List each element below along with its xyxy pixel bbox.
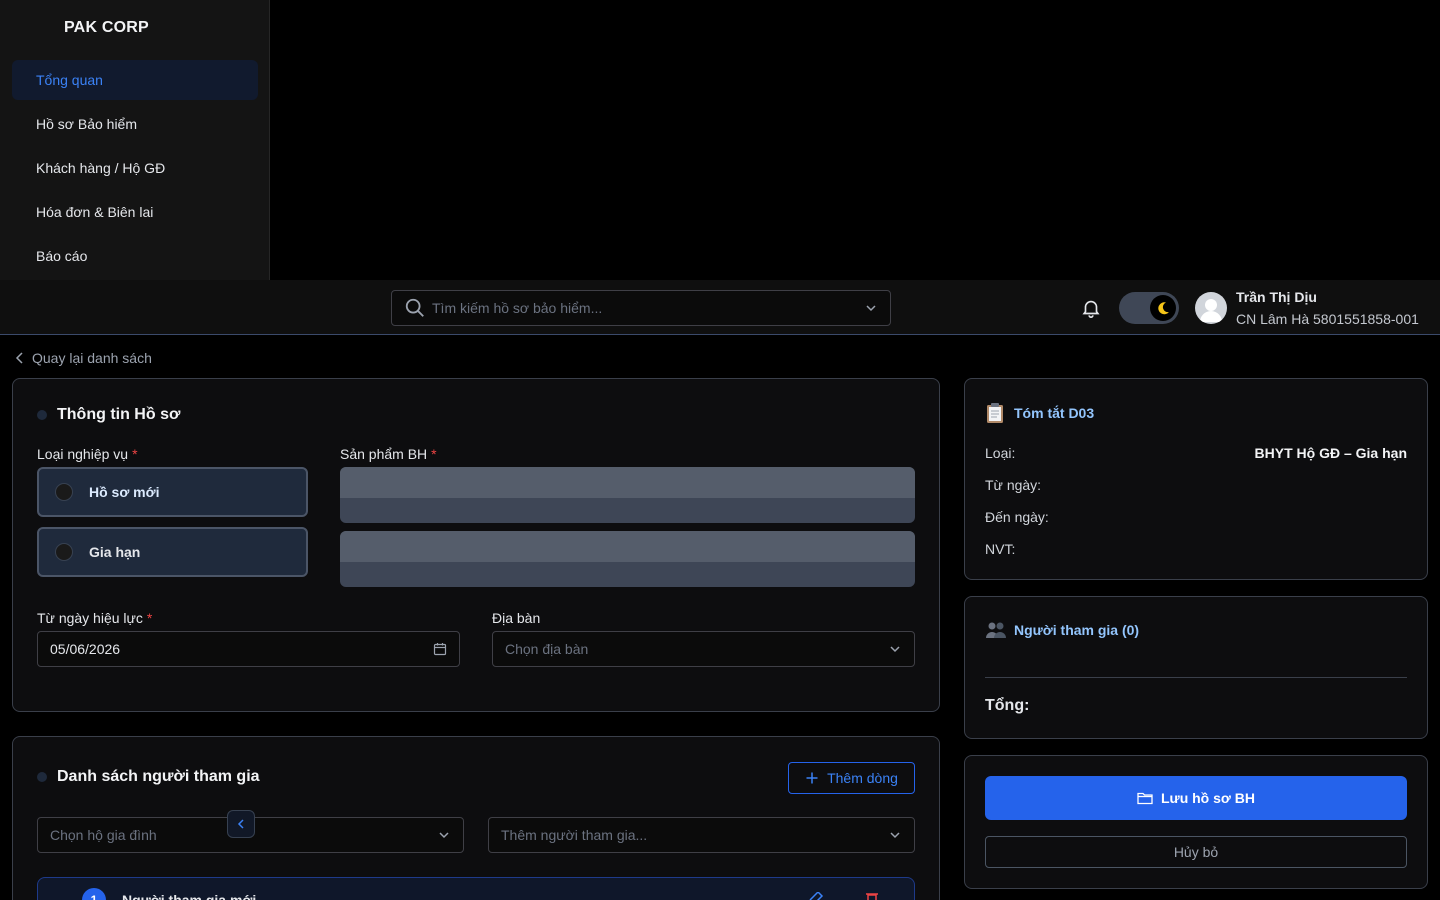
participant-row-title: Người tham gia mới <box>122 892 257 900</box>
from-date-label: Từ ngày hiệu lực * <box>37 610 152 626</box>
radio-label: Gia hạn <box>89 544 141 560</box>
chevron-left-icon <box>237 819 244 829</box>
from-date-label-text: Từ ngày hiệu lực <box>37 610 143 626</box>
sidebar-item-label: Hóa đơn & Biên lai <box>36 204 154 220</box>
area-label: Địa bàn <box>492 610 541 626</box>
search-input[interactable] <box>426 300 864 316</box>
add-participant-select[interactable]: Thêm người tham gia... <box>488 817 915 853</box>
summary-from-label: Từ ngày: <box>985 477 1042 493</box>
save-record-button[interactable]: Lưu hồ sơ BH <box>985 776 1407 820</box>
sidebar-item-overview[interactable]: Tổng quan <box>12 60 258 100</box>
theme-toggle[interactable] <box>1119 292 1179 324</box>
area-select[interactable]: Chọn địa bàn <box>492 631 915 667</box>
chevron-down-icon[interactable] <box>864 301 878 315</box>
record-info-title: Thông tin Hồ sơ <box>37 406 180 424</box>
section-dot <box>37 772 47 782</box>
from-date-value: 05/06/2026 <box>50 641 121 657</box>
sidebar-item-label: Tổng quan <box>36 72 103 88</box>
back-to-list-link[interactable]: Quay lại danh sách <box>14 350 152 366</box>
calendar-icon[interactable] <box>433 642 447 656</box>
people-icon <box>986 622 1006 638</box>
sidebar-item-label: Khách hàng / Hộ GĐ <box>36 160 166 176</box>
plus-icon <box>806 772 818 784</box>
required-mark: * <box>146 610 153 626</box>
product-label-text: Sản phẩm BH <box>340 446 428 462</box>
d03-summary-title: Tóm tắt D03 <box>985 402 1094 424</box>
search-icon <box>405 298 424 317</box>
sidebar-item-label: Hồ sơ Bảo hiểm <box>36 116 138 132</box>
avatar[interactable] <box>1195 292 1227 324</box>
from-date-field[interactable]: 05/06/2026 <box>37 631 460 667</box>
participants-summary-panel <box>964 596 1428 739</box>
business-type-label-text: Loại nghiệp vụ <box>37 446 129 462</box>
add-row-button[interactable]: Thêm dòng <box>788 762 915 794</box>
sidebar-item-label: Báo cáo <box>36 248 88 264</box>
total-label: Tổng: <box>985 697 1030 714</box>
radio-label: Hồ sơ mới <box>89 484 160 500</box>
divider <box>985 677 1407 678</box>
sidebar: PAK CORP Tổng quan Hồ sơ Bảo hiểm Khách … <box>0 0 270 280</box>
summary-type-value: BHYT Hộ GĐ – Gia hạn <box>1254 445 1407 461</box>
radio-circle <box>55 483 73 501</box>
top-bar: Trần Thị Dịu CN Lâm Hà 5801551858-001 <box>0 280 1440 335</box>
summary-nvt-label: NVT: <box>985 541 1016 557</box>
summary-type-label: Loại: <box>985 445 1016 461</box>
user-name: Trần Thị Dịu <box>1236 289 1317 305</box>
moon-icon <box>1158 302 1169 315</box>
section-title-text: Danh sách người tham gia <box>57 768 260 785</box>
chevron-down-icon <box>890 646 900 653</box>
business-type-label: Loại nghiệp vụ * <box>37 446 138 462</box>
cancel-button[interactable]: Hủy bỏ <box>985 836 1407 868</box>
product-option-loading-2[interactable] <box>340 531 915 587</box>
participants-summary-title: Người tham gia (0) <box>985 621 1139 639</box>
skeleton-bar <box>340 467 915 498</box>
area-placeholder: Chọn địa bàn <box>505 641 589 657</box>
product-label: Sản phẩm BH * <box>340 446 437 462</box>
cancel-label: Hủy bỏ <box>1173 844 1219 860</box>
radio-circle <box>55 543 73 561</box>
participants-summary-title-text: Người tham gia (0) <box>1014 622 1140 638</box>
chevron-left-icon <box>15 352 23 364</box>
sidebar-item-insurance-records[interactable]: Hồ sơ Bảo hiểm <box>12 104 258 144</box>
add-row-label: Thêm dòng <box>827 770 898 786</box>
sidebar-nav: Tổng quan Hồ sơ Bảo hiểm Khách hàng / Hộ… <box>12 60 258 280</box>
bell-icon[interactable] <box>1080 297 1102 319</box>
sidebar-item-reports[interactable]: Báo cáo <box>12 236 258 276</box>
radio-renewal[interactable]: Gia hạn <box>37 527 308 577</box>
user-icon <box>1200 299 1222 322</box>
edit-icon[interactable] <box>808 892 824 900</box>
collapse-sidebar-button[interactable] <box>227 810 255 838</box>
theme-toggle-knob <box>1150 295 1176 321</box>
folder-icon <box>1137 792 1153 805</box>
product-option-loading-1[interactable] <box>340 467 915 523</box>
trash-icon[interactable] <box>864 892 880 900</box>
skeleton-bar <box>340 531 915 562</box>
user-branch: CN Lâm Hà 5801551858-001 <box>1236 311 1419 327</box>
chevron-down-icon <box>439 832 449 839</box>
section-title-text: Thông tin Hồ sơ <box>57 406 181 423</box>
summary-to-label: Đến ngày: <box>985 509 1049 525</box>
radio-new-record[interactable]: Hồ sơ mới <box>37 467 308 517</box>
participants-title: Danh sách người tham gia <box>37 768 260 786</box>
save-label: Lưu hồ sơ BH <box>1161 790 1255 806</box>
required-mark: * <box>132 446 138 462</box>
back-link-label: Quay lại danh sách <box>32 350 152 366</box>
chevron-down-icon <box>890 832 900 839</box>
sidebar-item-customers[interactable]: Khách hàng / Hộ GĐ <box>12 148 258 188</box>
sidebar-item-invoices[interactable]: Hóa đơn & Biên lai <box>12 192 258 232</box>
required-mark: * <box>431 446 437 462</box>
summary-title-text: Tóm tắt D03 <box>1014 405 1095 421</box>
section-dot <box>37 410 47 420</box>
clipboard-icon <box>987 403 1003 423</box>
add-participant-placeholder: Thêm người tham gia... <box>501 827 648 843</box>
search-box[interactable] <box>391 290 891 326</box>
brand-logo: PAK CORP <box>64 19 149 36</box>
